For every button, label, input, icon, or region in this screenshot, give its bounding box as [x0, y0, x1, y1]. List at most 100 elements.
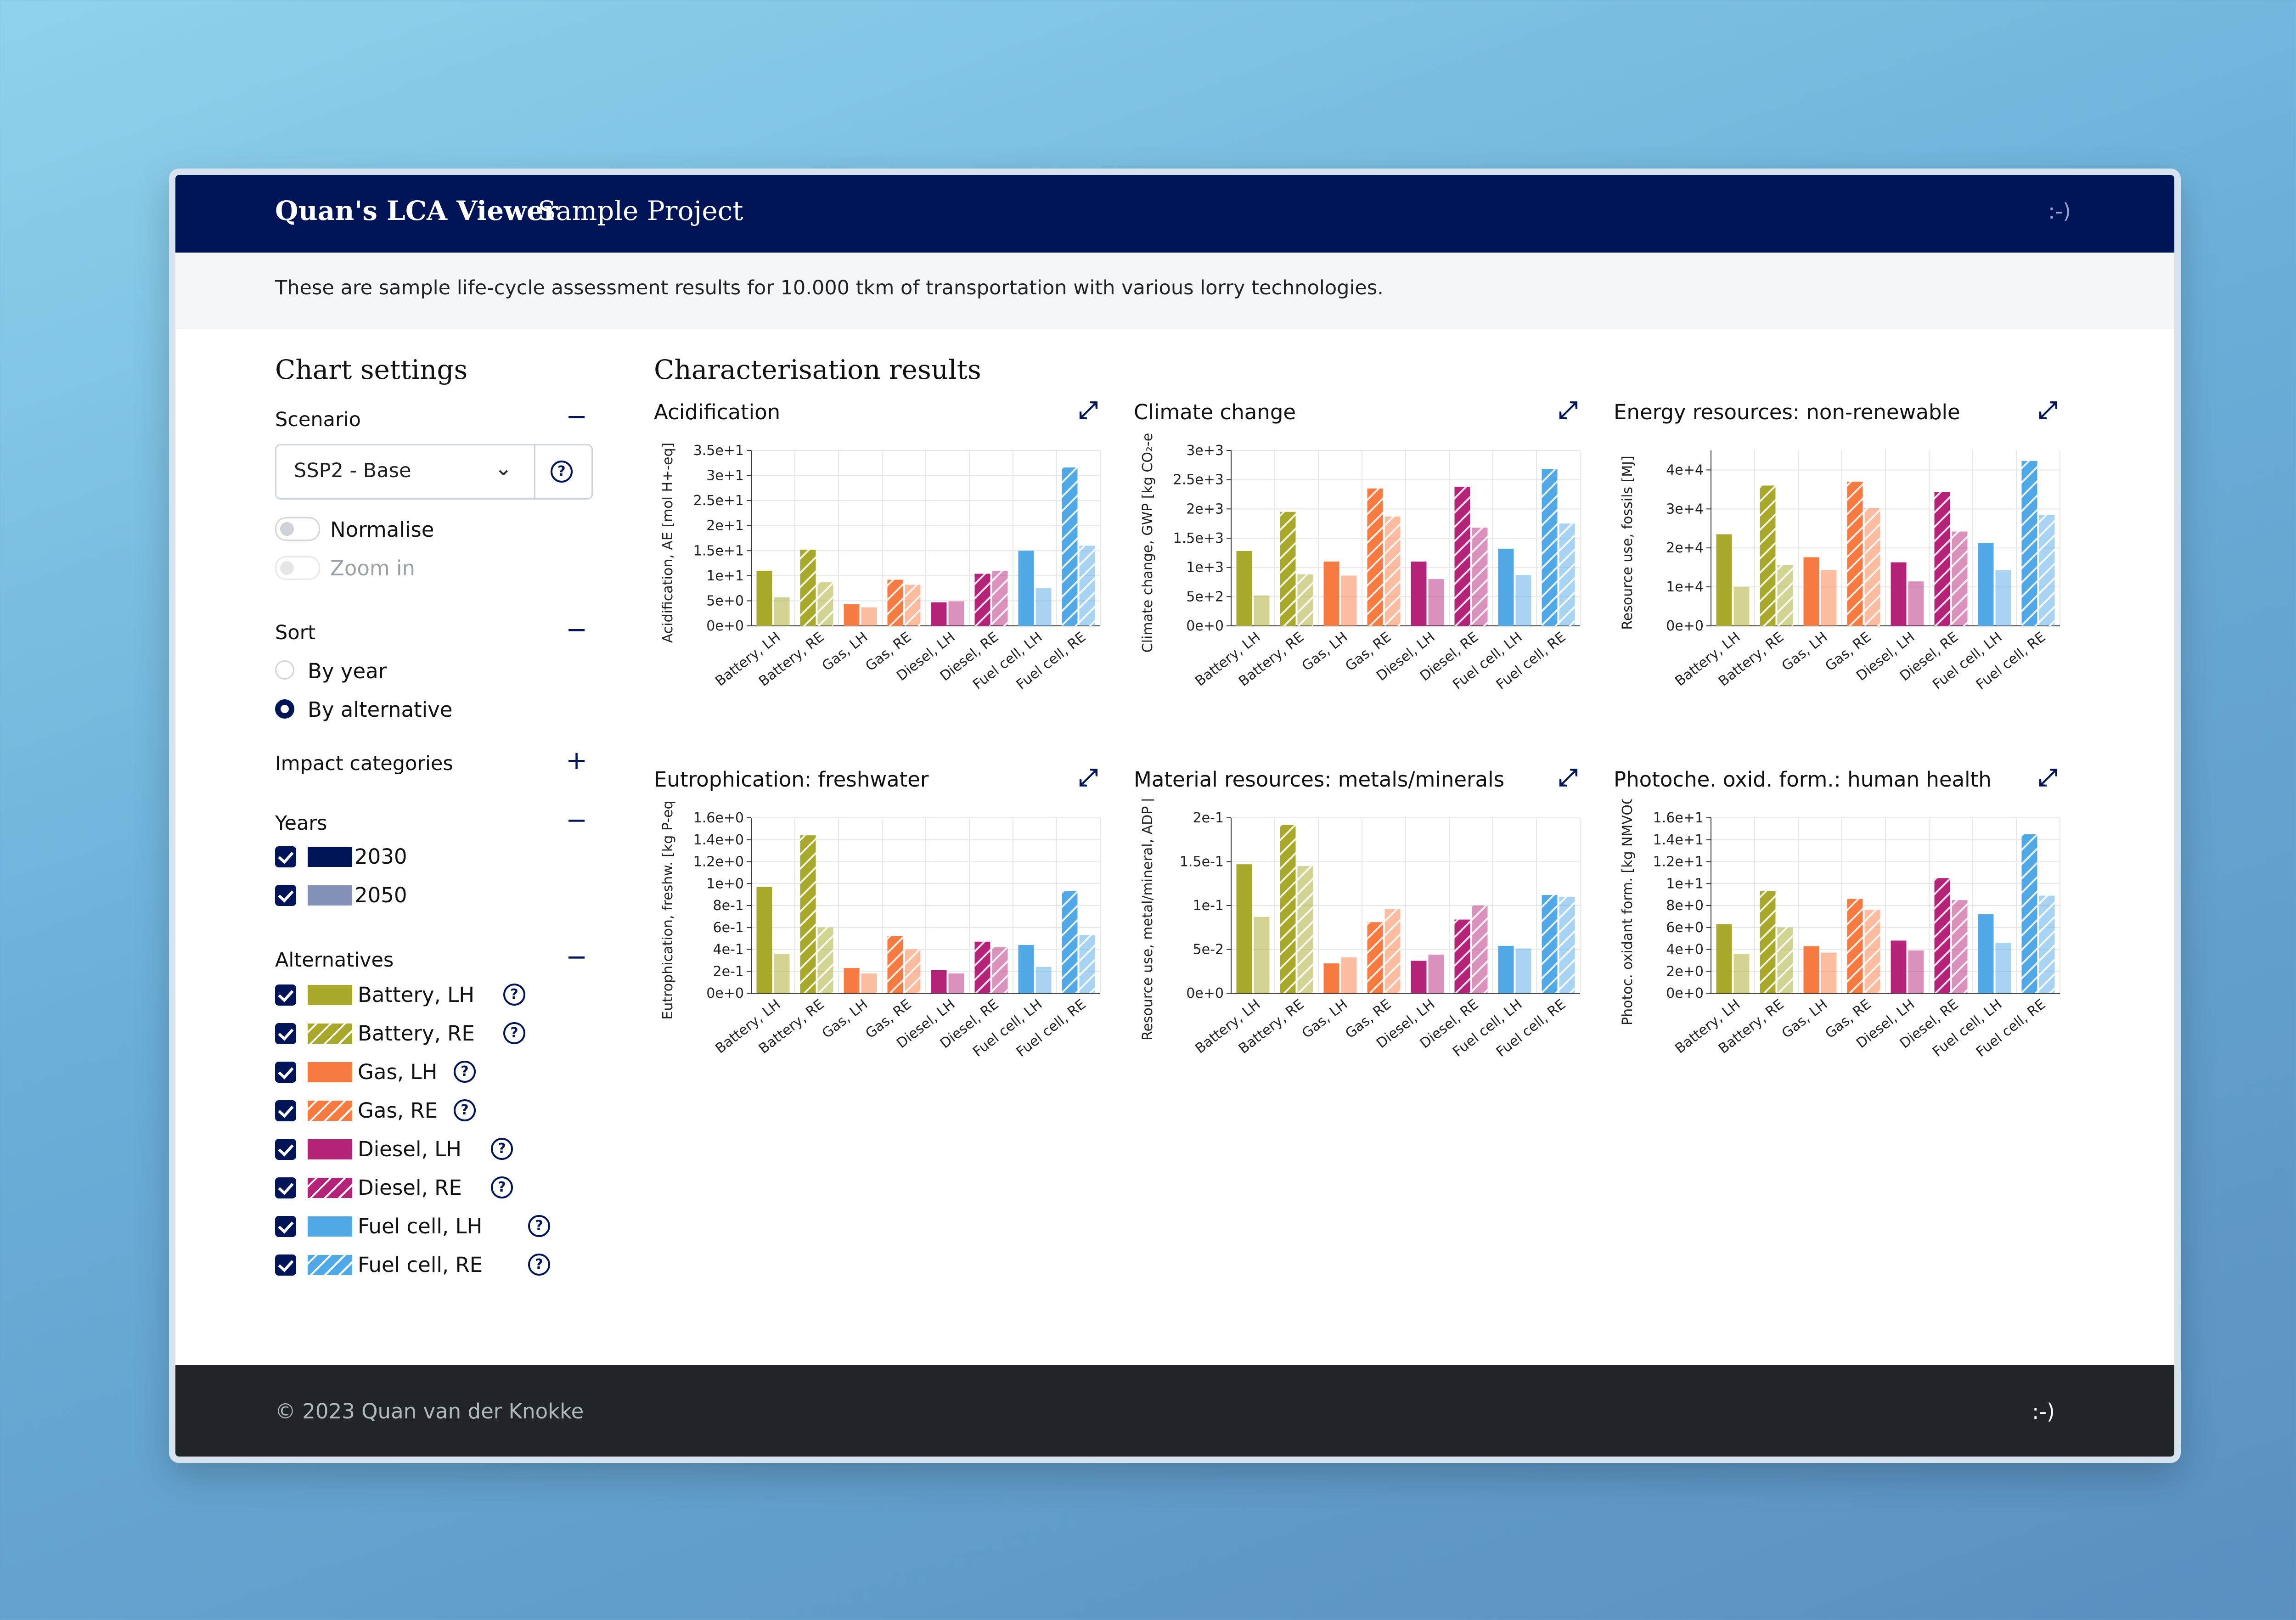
alt-label: Fuel cell, RE	[358, 1253, 483, 1277]
bar	[1821, 570, 1837, 626]
bar	[1236, 551, 1252, 626]
bar	[1297, 574, 1313, 626]
alt-help-icon[interactable]: ?	[503, 1022, 525, 1044]
y-tick-label: 5e-2	[1193, 942, 1224, 958]
bar	[1454, 919, 1470, 993]
y-tick-label: 2.5e+1	[693, 493, 744, 509]
sort-by-year-radio[interactable]	[275, 660, 294, 680]
alt-checkbox-battery-lh[interactable]	[275, 984, 296, 1006]
sort-by-alternative-radio[interactable]	[275, 699, 294, 719]
bar	[1472, 906, 1488, 993]
bar	[887, 579, 903, 626]
expand-icon[interactable]: ⤢	[1079, 396, 1098, 424]
expand-icon[interactable]: ⤢	[2038, 764, 2058, 792]
normalise-label: Normalise	[330, 518, 434, 542]
results-title: Characterisation results	[654, 354, 981, 385]
alt-help-icon[interactable]: ?	[528, 1215, 550, 1237]
x-tick-label: Gas, LH	[819, 996, 871, 1042]
bar	[974, 941, 990, 993]
y-tick-label: 1e+0	[706, 876, 744, 892]
scenario-help-icon[interactable]: ?	[551, 461, 573, 483]
alt-swatch	[308, 1139, 352, 1159]
bar	[1035, 588, 1052, 626]
bar	[905, 949, 921, 993]
alt-checkbox-gas-lh[interactable]	[275, 1062, 296, 1083]
info-text: These are sample life-cycle assessment r…	[275, 276, 1384, 299]
normalise-toggle[interactable]	[275, 517, 320, 541]
bar	[1908, 950, 1924, 993]
alt-help-icon[interactable]: ?	[491, 1138, 513, 1160]
year-checkbox-2050[interactable]	[275, 885, 296, 906]
chart-title: Material resources: metals/minerals	[1134, 767, 1505, 792]
chart-title: Energy resources: non-renewable	[1614, 400, 1960, 424]
chart-title: Acidification	[654, 400, 781, 424]
bar	[992, 570, 1008, 626]
scenario-select[interactable]: SSP2 - Base ⌄ ?	[275, 444, 593, 500]
y-axis-label: Resource use, fossils [MJ]	[1620, 456, 1636, 630]
bar	[1847, 481, 1863, 626]
chart-card: Eutrophication: freshwater ⤢ 0e+0 2e-1 4e-1 6…	[654, 764, 1118, 1121]
bar	[1018, 551, 1034, 626]
bar	[861, 607, 877, 626]
alt-help-icon[interactable]: ?	[528, 1254, 550, 1276]
bar	[931, 970, 947, 993]
y-axis-label: Climate change, GWP [kg CO₂-e	[1140, 433, 1156, 653]
chart-title: Eutrophication: freshwater	[654, 767, 929, 792]
alt-checkbox-diesel-lh[interactable]	[275, 1139, 296, 1160]
expand-icon[interactable]: ⤢	[1559, 396, 1578, 424]
bar	[1934, 492, 1950, 626]
expand-icon[interactable]: ⤢	[2038, 396, 2058, 424]
brand[interactable]: Quan's LCA Viewer	[275, 195, 558, 226]
alt-checkbox-diesel-re[interactable]	[275, 1177, 296, 1198]
alt-checkbox-gas-re[interactable]	[275, 1100, 296, 1121]
sort-collapse-icon[interactable]: −	[566, 615, 587, 645]
alt-checkbox-battery-re[interactable]	[275, 1023, 296, 1044]
alternatives-collapse-icon[interactable]: −	[566, 942, 587, 972]
bar	[1891, 562, 1907, 626]
bar	[1454, 486, 1470, 626]
x-tick-label: Gas, LH	[1779, 996, 1831, 1042]
bar	[861, 973, 877, 993]
bar	[817, 927, 833, 993]
bar	[1978, 543, 1994, 626]
expand-icon[interactable]: ⤢	[1079, 764, 1098, 792]
alt-checkbox-fuel-cell-lh[interactable]	[275, 1216, 296, 1237]
year-swatch	[308, 847, 352, 867]
y-tick-label: 2e+0	[1666, 963, 1704, 979]
years-collapse-icon[interactable]: −	[566, 805, 587, 835]
zoom-toggle[interactable]	[275, 556, 320, 580]
y-tick-label: 5e+2	[1186, 589, 1224, 605]
alt-help-icon[interactable]: ?	[491, 1176, 513, 1198]
y-tick-label: 1e+3	[1186, 560, 1224, 576]
alt-swatch	[308, 1255, 352, 1275]
expand-icon[interactable]: ⤢	[1559, 764, 1578, 792]
y-tick-label: 1.6e+0	[693, 810, 744, 826]
y-tick-label: 0e+0	[1186, 985, 1224, 1001]
chart-plot: 0e+0 1e+4 2e+4 3e+4 4e+4 Resource use, fossil…	[1620, 450, 2060, 693]
alt-help-icon[interactable]: ?	[454, 1061, 476, 1083]
impact-categories-expand-icon[interactable]: +	[566, 746, 587, 776]
impact-categories-label: Impact categories	[275, 752, 453, 775]
bar	[756, 887, 772, 993]
year-checkbox-2030[interactable]	[275, 846, 296, 867]
bar	[817, 581, 833, 626]
bar	[1384, 909, 1401, 993]
bar	[1760, 485, 1776, 626]
copyright-text: © 2023 Quan van der Knokke	[275, 1399, 584, 1423]
alt-label: Gas, RE	[358, 1098, 438, 1123]
bar	[1367, 488, 1383, 626]
bar	[844, 968, 860, 993]
bar	[1411, 961, 1427, 993]
scenario-collapse-icon[interactable]: −	[566, 402, 587, 432]
bar	[1777, 565, 1793, 626]
y-tick-label: 4e+0	[1666, 942, 1704, 958]
alt-swatch	[308, 1178, 352, 1198]
bar	[948, 973, 964, 993]
alt-checkbox-fuel-cell-re[interactable]	[275, 1254, 296, 1276]
bar	[774, 954, 790, 993]
alt-help-icon[interactable]: ?	[503, 984, 525, 1006]
bar	[774, 597, 790, 626]
chart-plot: 0e+0 5e-2 1e-1 1.5e-1 2e-1 Resource use, meta…	[1140, 799, 1581, 1060]
y-tick-label: 1.6e+1	[1653, 810, 1704, 826]
alt-help-icon[interactable]: ?	[454, 1099, 476, 1121]
